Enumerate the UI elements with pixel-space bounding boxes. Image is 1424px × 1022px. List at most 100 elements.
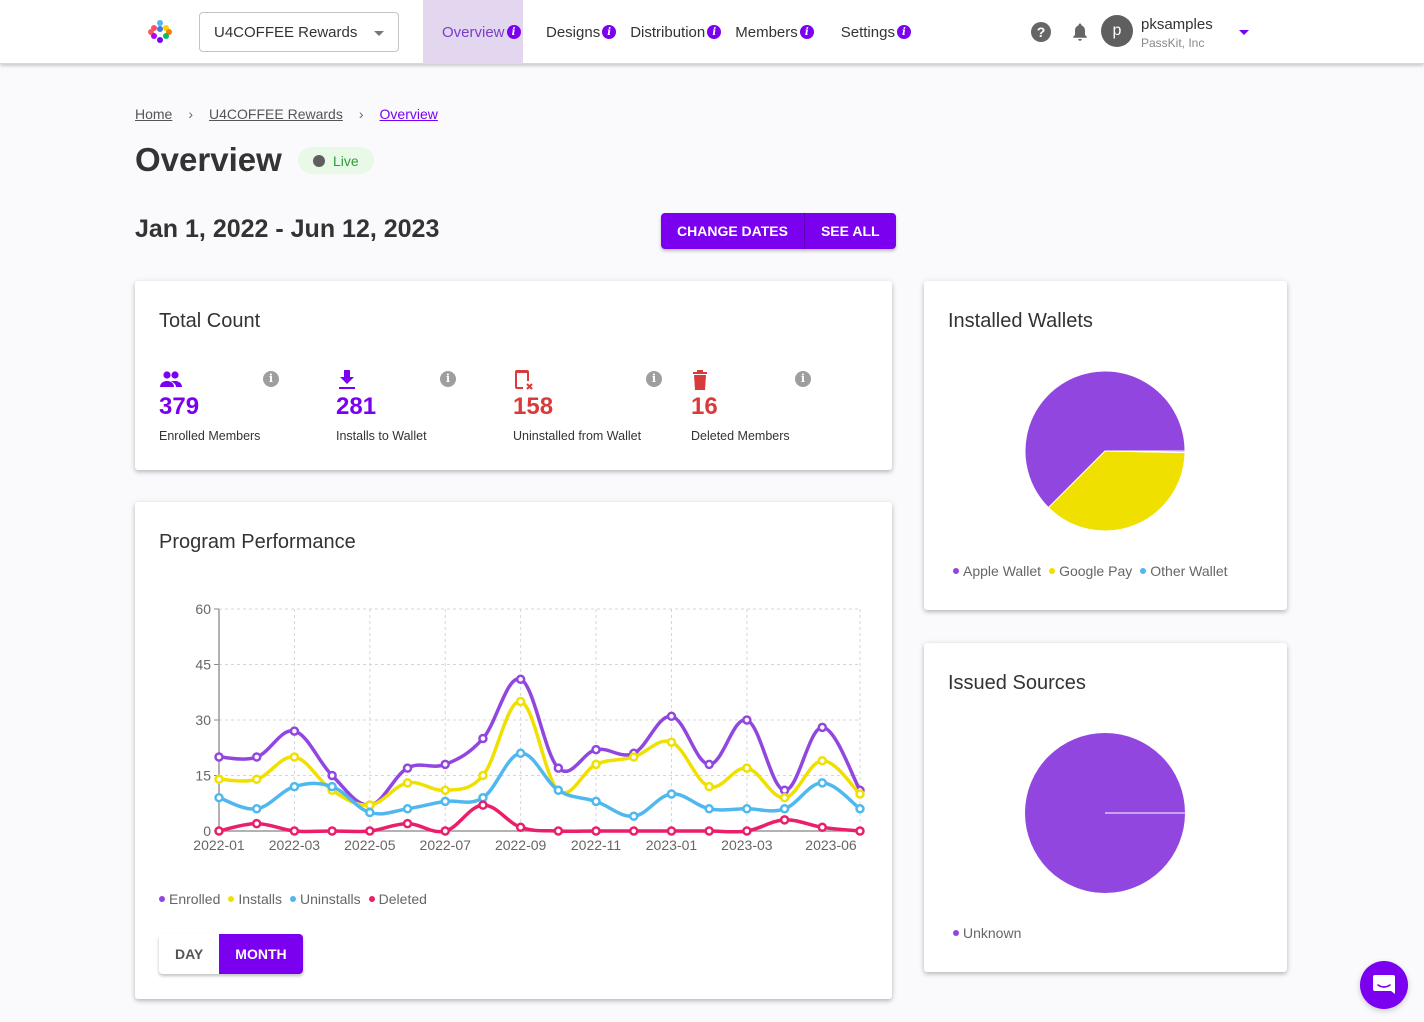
data-point-deleted[interactable] (478, 800, 488, 810)
info-icon[interactable]: i (646, 371, 662, 387)
legend-item[interactable]: Other Wallet (1140, 563, 1228, 579)
data-point-enrolled[interactable] (402, 763, 413, 773)
data-point-enrolled[interactable] (289, 726, 300, 736)
data-point-uninstalls[interactable] (365, 807, 375, 818)
data-point-installs[interactable] (289, 752, 300, 762)
info-icon[interactable]: i (707, 25, 722, 39)
data-point-installs[interactable] (742, 763, 752, 773)
data-point-deleted[interactable] (591, 826, 601, 836)
data-point-installs[interactable] (591, 759, 601, 770)
nav-tab-settings[interactable]: Settings i (814, 0, 911, 64)
change-dates-button[interactable]: CHANGE DATES (661, 213, 804, 249)
data-point-enrolled[interactable] (553, 763, 564, 773)
data-point-deleted[interactable] (440, 826, 450, 836)
day-toggle-button[interactable]: DAY (159, 934, 220, 974)
nav-tab-distribution[interactable]: Distribution i (616, 0, 722, 64)
data-point-installs[interactable] (402, 778, 413, 788)
data-point-enrolled[interactable] (251, 752, 262, 762)
data-point-enrolled[interactable] (214, 752, 224, 762)
user-avatar[interactable]: p (1101, 15, 1133, 47)
data-point-uninstalls[interactable] (251, 804, 262, 814)
data-point-deleted[interactable] (327, 826, 337, 836)
data-point-uninstalls[interactable] (666, 789, 677, 799)
data-point-deleted[interactable] (629, 826, 639, 836)
data-point-uninstalls[interactable] (817, 778, 828, 788)
info-icon[interactable]: i (263, 371, 279, 387)
legend-item[interactable]: Google Pay (1049, 563, 1132, 579)
nav-tab-overview[interactable]: Overview i (423, 0, 523, 64)
data-point-deleted[interactable] (402, 818, 413, 829)
breadcrumb-home[interactable]: Home (135, 106, 172, 122)
program-select[interactable]: U4COFFEE Rewards (199, 12, 399, 52)
data-point-enrolled[interactable] (327, 770, 337, 781)
data-point-installs[interactable] (251, 774, 262, 784)
info-icon[interactable]: i (506, 25, 521, 39)
data-point-uninstalls[interactable] (629, 811, 639, 821)
data-point-deleted[interactable] (289, 826, 300, 836)
notification-bell-icon[interactable] (1071, 22, 1089, 42)
data-point-installs[interactable] (779, 792, 790, 803)
data-point-enrolled[interactable] (591, 744, 601, 755)
data-point-deleted[interactable] (365, 826, 375, 836)
breadcrumb-overview[interactable]: Overview (380, 106, 438, 122)
info-icon[interactable]: i (795, 371, 811, 387)
breadcrumb-program[interactable]: U4COFFEE Rewards (209, 106, 343, 122)
data-point-enrolled[interactable] (440, 759, 450, 770)
data-point-installs[interactable] (440, 785, 450, 796)
data-point-installs[interactable] (214, 774, 224, 784)
info-icon[interactable]: i (602, 25, 617, 39)
data-point-enrolled[interactable] (779, 785, 790, 796)
data-point-uninstalls[interactable] (704, 804, 714, 814)
data-point-uninstalls[interactable] (553, 785, 564, 796)
data-point-uninstalls[interactable] (478, 792, 488, 803)
nav-tab-designs[interactable]: Designs i (523, 0, 617, 64)
data-point-installs[interactable] (478, 770, 488, 781)
help-icon[interactable]: ? (1031, 22, 1051, 42)
data-point-deleted[interactable] (742, 826, 752, 836)
data-point-installs[interactable] (704, 781, 714, 792)
legend-item[interactable]: Enrolled (159, 891, 220, 907)
data-point-installs[interactable] (855, 789, 865, 799)
user-menu-caret-icon[interactable] (1239, 30, 1249, 35)
data-point-enrolled[interactable] (478, 733, 488, 744)
legend-item[interactable]: Unknown (953, 925, 1021, 941)
legend-item[interactable]: Deleted (368, 891, 427, 907)
data-point-enrolled[interactable] (666, 711, 677, 722)
data-point-enrolled[interactable] (704, 759, 714, 770)
data-point-uninstalls[interactable] (440, 796, 450, 807)
month-toggle-button[interactable]: MONTH (219, 934, 303, 974)
data-point-enrolled[interactable] (742, 715, 752, 725)
info-icon[interactable]: i (799, 25, 814, 39)
info-icon[interactable]: i (896, 25, 911, 39)
see-all-button[interactable]: SEE ALL (803, 213, 896, 249)
data-point-deleted[interactable] (214, 826, 224, 836)
data-point-uninstalls[interactable] (855, 804, 865, 814)
passkit-logo-icon[interactable] (148, 20, 172, 44)
data-point-installs[interactable] (666, 737, 677, 747)
data-point-installs[interactable] (817, 755, 828, 766)
data-point-uninstalls[interactable] (327, 781, 337, 792)
legend-item[interactable]: Installs (228, 891, 282, 907)
data-point-uninstalls[interactable] (591, 796, 601, 807)
info-icon[interactable]: i (440, 371, 456, 387)
data-point-deleted[interactable] (704, 826, 714, 836)
data-point-deleted[interactable] (553, 826, 564, 836)
legend-item[interactable]: Apple Wallet (953, 563, 1041, 579)
data-point-uninstalls[interactable] (515, 748, 526, 759)
data-point-uninstalls[interactable] (402, 804, 413, 814)
data-point-uninstalls[interactable] (779, 804, 790, 814)
nav-tab-members[interactable]: Members i (721, 0, 814, 64)
data-point-deleted[interactable] (817, 822, 828, 833)
data-point-enrolled[interactable] (817, 722, 828, 733)
data-point-deleted[interactable] (779, 815, 790, 825)
data-point-uninstalls[interactable] (214, 792, 224, 803)
data-point-uninstalls[interactable] (289, 781, 300, 792)
data-point-deleted[interactable] (515, 822, 526, 833)
data-point-installs[interactable] (365, 800, 375, 810)
data-point-uninstalls[interactable] (742, 804, 752, 814)
data-point-deleted[interactable] (855, 826, 865, 836)
chat-widget-button[interactable] (1360, 961, 1408, 1009)
data-point-deleted[interactable] (666, 826, 677, 836)
data-point-enrolled[interactable] (515, 674, 526, 685)
data-point-installs[interactable] (515, 696, 526, 707)
